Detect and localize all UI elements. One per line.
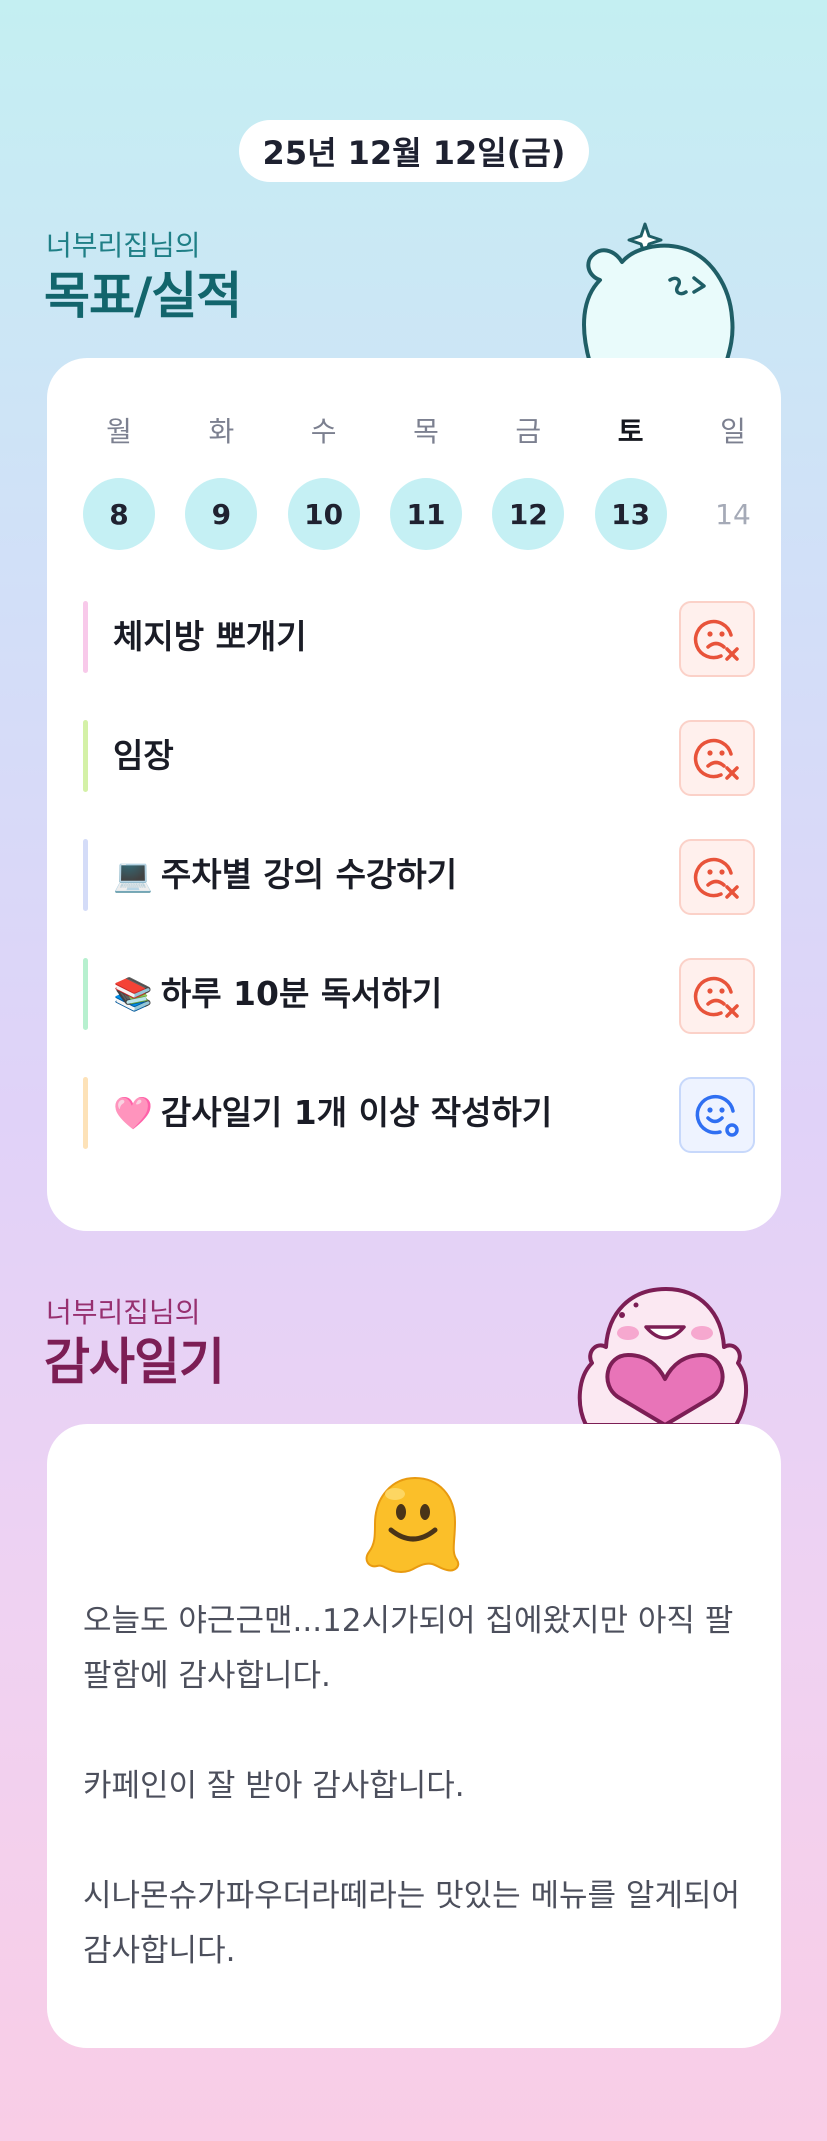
pink-heart-icon: 🩷	[113, 1094, 153, 1132]
goal-status-button[interactable]	[679, 958, 755, 1034]
heart-ghost-mascot-icon	[577, 1287, 749, 1425]
goal-color-bar	[83, 1077, 88, 1149]
day-label: 금	[515, 415, 542, 448]
sad-face-fail-icon	[693, 738, 739, 780]
day-label: 목	[413, 415, 439, 448]
sad-face-fail-icon	[693, 857, 739, 899]
goal-status-button[interactable]	[679, 720, 755, 796]
gratitude-entry-text: 오늘도 야근근맨...12시가되어 집에왔지만 아직 팔팔함에 감사합니다. 카…	[83, 1603, 741, 1969]
date-circle[interactable]: 12	[492, 478, 565, 550]
sad-face-fail-icon	[693, 619, 739, 661]
goal-item[interactable]: 임장	[83, 720, 755, 796]
goal-item[interactable]: 📚 하루 10분 독서하기	[83, 958, 755, 1034]
date-circle[interactable]: 8	[83, 478, 155, 550]
goals-title: 목표/실적	[44, 267, 242, 325]
goal-label: 임장	[113, 736, 174, 775]
laptop-icon: 💻	[113, 856, 153, 894]
goals-card: 월 화 수 목 금 토 일 8 9 10 11 12 13 14 체지방 뽀개기…	[47, 358, 781, 1231]
gratitude-card: 오늘도 야근근맨...12시가되어 집에왔지만 아직 팔팔함에 감사합니다. 카…	[47, 1424, 781, 2048]
week-day-labels: 월 화 수 목 금 토 일	[83, 410, 769, 450]
week-dates: 8 9 10 11 12 13 14	[83, 478, 769, 550]
day-label-today: 토	[617, 415, 644, 448]
date-circle[interactable]: 11	[389, 478, 462, 550]
goal-status-button[interactable]	[679, 839, 755, 915]
goal-label: 📚 하루 10분 독서하기	[113, 974, 443, 1013]
day-label: 화	[208, 415, 235, 448]
smile-face-done-icon	[695, 1094, 739, 1137]
goal-status-button[interactable]	[679, 1077, 755, 1153]
goal-item[interactable]: 💻 주차별 강의 수강하기	[83, 839, 755, 915]
date-pill: 25년 12월 12일(금)	[239, 120, 589, 182]
date-circle[interactable]: 9	[185, 478, 258, 550]
gratitude-title: 감사일기	[44, 1333, 225, 1391]
goal-color-bar	[83, 720, 88, 792]
melting-face-icon	[365, 1476, 460, 1574]
goal-status-button[interactable]	[679, 601, 755, 677]
date-circle[interactable]: 10	[287, 478, 360, 550]
date-circle[interactable]: 14	[697, 478, 769, 550]
goal-label: 🩷 감사일기 1개 이상 작성하기	[113, 1093, 553, 1132]
day-label: 수	[310, 415, 337, 448]
waving-ghost-mascot-icon	[582, 222, 735, 363]
day-label: 월	[106, 415, 132, 448]
date-circle[interactable]: 13	[594, 478, 667, 550]
goal-color-bar	[83, 839, 88, 911]
books-icon: 📚	[113, 975, 153, 1013]
goal-item[interactable]: 🩷 감사일기 1개 이상 작성하기	[83, 1077, 755, 1153]
goal-label: 💻 주차별 강의 수강하기	[113, 855, 458, 894]
goal-item[interactable]: 체지방 뽀개기	[83, 601, 755, 677]
goal-color-bar	[83, 601, 88, 673]
goal-color-bar	[83, 958, 88, 1030]
sad-face-fail-icon	[693, 976, 739, 1018]
day-label: 일	[720, 415, 746, 448]
goal-label: 체지방 뽀개기	[113, 617, 307, 656]
